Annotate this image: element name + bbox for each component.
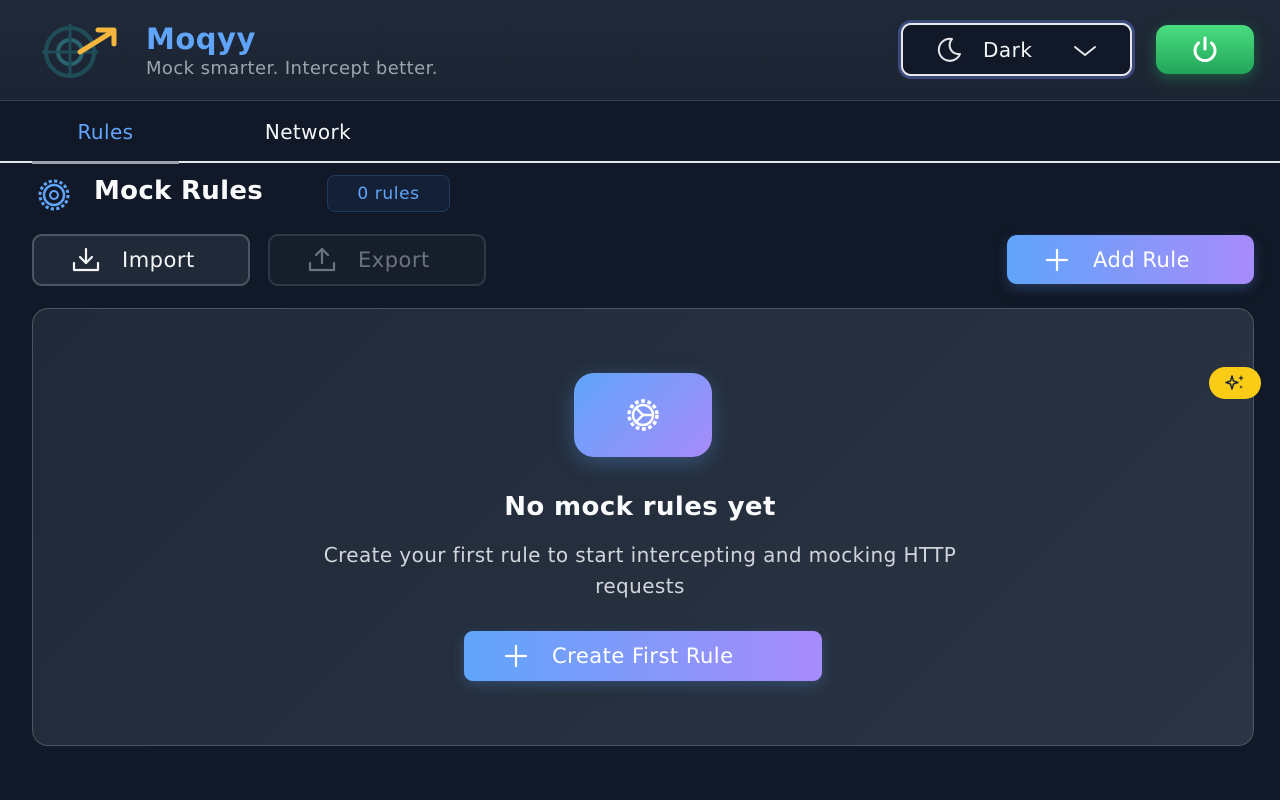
plus-icon <box>1045 248 1069 271</box>
app-name: Moqyy <box>146 22 256 56</box>
export-button[interactable]: Export <box>268 234 486 286</box>
empty-state-description: Create your first rule to start intercep… <box>323 543 957 598</box>
empty-state-icon-tile <box>574 373 712 457</box>
ai-assist-button[interactable] <box>1209 367 1261 399</box>
plus-icon <box>504 644 528 668</box>
gear-icon <box>627 399 659 431</box>
export-label: Export <box>358 248 430 272</box>
power-toggle-button[interactable] <box>1156 25 1254 74</box>
tab-rules[interactable]: Rules <box>32 101 179 164</box>
upload-icon <box>308 247 336 272</box>
theme-select[interactable]: Dark <box>901 23 1132 76</box>
create-first-rule-button[interactable]: Create First Rule <box>464 631 822 681</box>
create-first-rule-label: Create First Rule <box>552 644 734 668</box>
tab-bar: Rules Network <box>0 101 1280 164</box>
import-button[interactable]: Import <box>32 234 250 286</box>
tab-network[interactable]: Network <box>222 101 394 163</box>
add-rule-label: Add Rule <box>1093 247 1191 272</box>
power-icon <box>1193 36 1217 62</box>
chevron-down-icon <box>1074 46 1096 56</box>
import-label: Import <box>122 248 195 272</box>
add-rule-button[interactable]: Add Rule <box>1007 235 1254 284</box>
sparkle-icon <box>1225 375 1244 390</box>
logo-icon <box>42 24 117 78</box>
app-tagline: Mock smarter. Intercept better. <box>146 58 438 79</box>
page-title: Mock Rules <box>94 176 264 206</box>
app-header: Moqyy Mock smarter. Intercept better. Da… <box>0 0 1280 101</box>
download-icon <box>72 247 100 272</box>
gear-icon <box>38 179 70 211</box>
rule-count-badge: 0 rules <box>327 175 450 212</box>
empty-state-title: No mock rules yet <box>504 492 776 522</box>
theme-label: Dark <box>983 37 1033 62</box>
moon-icon <box>937 37 961 62</box>
